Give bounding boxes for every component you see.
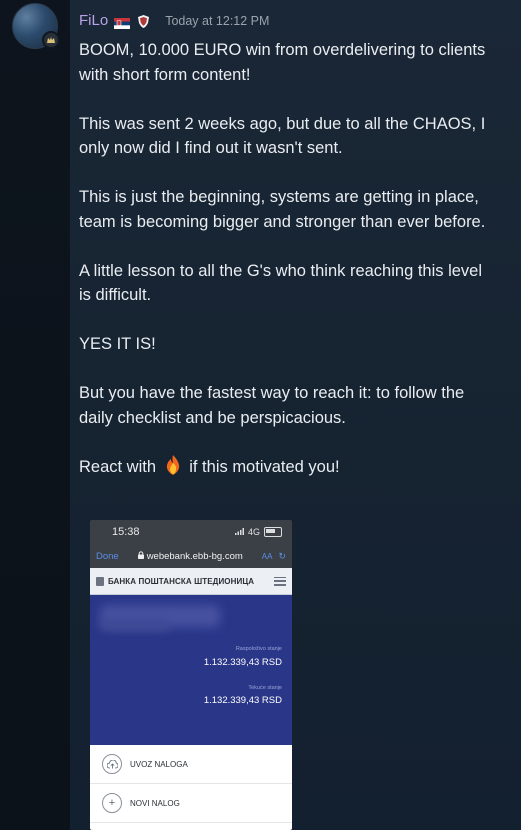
status-indicators: 4G xyxy=(234,527,282,537)
balance-value: 1.132.339,43 RSD xyxy=(203,695,282,706)
status-time: 15:38 xyxy=(112,526,140,538)
network-label: 4G xyxy=(247,527,260,537)
phone-status-bar: 15:38 4G xyxy=(90,520,292,544)
username[interactable]: FiLo xyxy=(79,12,108,30)
blurred-account-info xyxy=(100,619,170,631)
plus-circle-icon: + xyxy=(102,793,122,813)
action-label: NOVI NALOG xyxy=(130,798,180,808)
react-prefix: React with xyxy=(79,457,157,476)
crown-badge-icon xyxy=(42,31,60,49)
battery-icon xyxy=(264,527,282,537)
message-paragraph: YES IT IS! xyxy=(79,335,156,353)
left-rail xyxy=(0,0,70,830)
action-new-order: + NOVI NALOG xyxy=(90,784,292,823)
message-header: FiLo Today at 12:12 PM xyxy=(79,12,269,30)
fire-emoji-icon xyxy=(164,454,182,475)
hamburger-menu-icon xyxy=(274,576,286,586)
url-value: webebank.ebb-bg.com xyxy=(146,550,243,562)
timestamp: Today at 12:12 PM xyxy=(165,14,270,28)
message-paragraph: This is just the beginning, systems are … xyxy=(79,188,486,231)
message-paragraph: A little lesson to all the G's who think… xyxy=(79,261,483,305)
done-button: Done xyxy=(96,550,119,562)
message-paragraph: But you have the fastest way to reach it… xyxy=(79,384,465,427)
react-suffix: if this motivated you! xyxy=(189,457,340,476)
image-attachment[interactable]: 15:38 4G Done webebank.ebb-bg.com AA ↻ Б… xyxy=(90,520,292,830)
browser-url-bar: Done webebank.ebb-bg.com AA ↻ xyxy=(90,544,292,568)
balance-value: 1.132.339,43 RSD xyxy=(203,657,282,668)
url-text: webebank.ebb-bg.com xyxy=(125,551,256,562)
message-paragraph: This was sent 2 weeks ago, but due to al… xyxy=(79,114,486,158)
action-import-orders: UVOZ NALOGA xyxy=(90,745,292,784)
cloud-upload-icon xyxy=(102,754,122,774)
reload-icon: ↻ xyxy=(278,550,286,561)
balance-label: Tekuće stanje xyxy=(248,685,282,691)
action-label: UVOZ NALOGA xyxy=(130,759,188,769)
lock-icon xyxy=(137,550,144,562)
balance-panel: Raspoloživo stanje 1.132.339,43 RSD Teku… xyxy=(90,595,292,745)
bank-logo-icon xyxy=(96,576,104,586)
message-paragraph: BOOM, 10.000 EURO win from overdeliverin… xyxy=(79,41,486,84)
signal-icon xyxy=(234,527,244,537)
serbia-flag-icon xyxy=(114,16,131,29)
react-line: React with if this motivated you! xyxy=(79,454,489,480)
reader-aa-button: AA xyxy=(261,551,273,561)
balance-label: Raspoloživo stanje xyxy=(235,646,282,652)
bank-name: БАНКА ПОШТАНСКА ШТЕДИОНИЦА xyxy=(108,576,255,586)
bank-actions: UVOZ NALOGA + NOVI NALOG xyxy=(90,745,292,830)
message-body: BOOM, 10.000 EURO win from overdeliverin… xyxy=(79,38,489,504)
shield-badge-icon xyxy=(138,14,150,28)
bank-header: БАНКА ПОШТАНСКА ШТЕДИОНИЦА xyxy=(90,568,292,595)
